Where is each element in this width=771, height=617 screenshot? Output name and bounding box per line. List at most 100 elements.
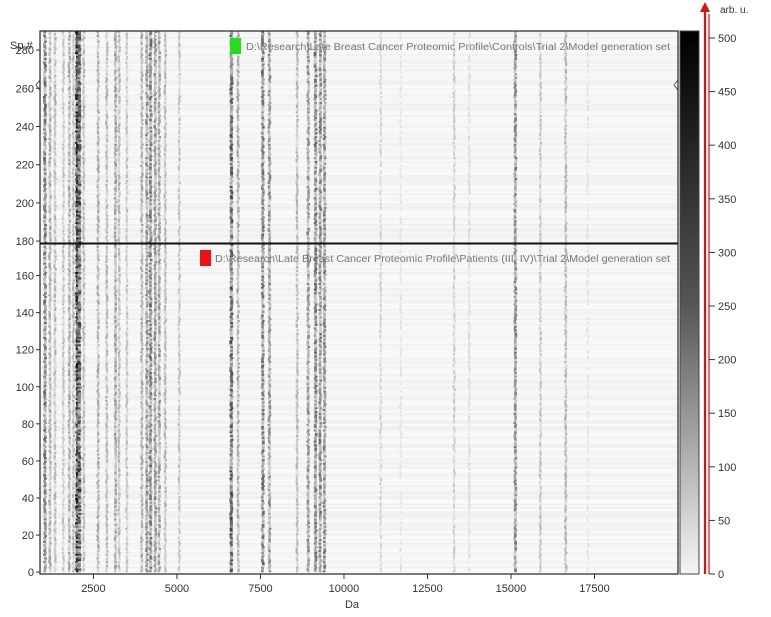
spectrum-row: [40, 223, 678, 226]
spectrum-row: [40, 427, 678, 430]
peak-cell: [145, 86, 149, 89]
peak-cell: [49, 197, 52, 200]
peak-cell: [105, 136, 108, 139]
peak-cell: [306, 220, 310, 223]
peak-cell: [157, 233, 161, 236]
peak-cell: [145, 200, 148, 204]
spectrum-row: [40, 32, 678, 35]
peak-cell: [565, 109, 568, 112]
peak-cell: [72, 170, 75, 173]
peak-cell: [154, 197, 157, 200]
peak-cell: [53, 136, 57, 139]
peak-cell: [53, 529, 56, 532]
peak-cell: [145, 105, 148, 108]
peak-cell: [54, 99, 57, 102]
peak-cell: [399, 164, 402, 167]
peak-cell: [67, 179, 71, 183]
peak-cell: [43, 168, 47, 171]
peak-cell: [149, 210, 152, 213]
peak-cell: [468, 176, 471, 179]
spectrum-row: [40, 281, 678, 283]
peak-cell: [587, 160, 590, 163]
peak-cell: [158, 179, 161, 183]
peak-cell: [268, 225, 272, 228]
peak-cell: [82, 126, 85, 129]
spectrum-row: [40, 137, 678, 140]
spectrum-row: [40, 507, 678, 510]
peak-cell: [149, 199, 153, 202]
peak-cell: [105, 197, 108, 200]
peak-cell: [125, 166, 129, 169]
peak-cell: [261, 53, 265, 57]
spectrum-row: [40, 294, 678, 296]
peak-cell: [43, 509, 47, 512]
peak-cell: [154, 189, 157, 192]
peak-cell: [319, 92, 322, 95]
peak-cell: [236, 126, 239, 129]
peak-cell: [154, 116, 158, 120]
peak-cell: [399, 69, 402, 72]
peak-cell: [105, 237, 108, 240]
peak-cell: [145, 82, 148, 85]
peak-cell: [538, 227, 541, 230]
peak-cell: [452, 237, 456, 240]
peak-cell: [53, 299, 57, 302]
peak-cell: [164, 200, 167, 204]
peak-cell: [114, 82, 118, 85]
peak-cell: [514, 141, 518, 144]
peak-cell: [97, 57, 100, 60]
controls-panel-title: D:\Research\Late Breast Cancer Proteomic…: [246, 42, 670, 53]
peak-cell: [114, 95, 118, 99]
peak-cell: [105, 137, 109, 141]
peak-cell: [44, 355, 47, 358]
peak-cell: [53, 416, 56, 419]
peak-cell: [267, 130, 271, 133]
peak-cell: [513, 147, 517, 150]
peak-cell: [260, 141, 264, 144]
peak-cell: [399, 88, 402, 91]
peak-cell: [267, 55, 271, 58]
peak-cell: [97, 67, 100, 70]
peak-cell: [77, 195, 81, 198]
peak-cell: [468, 237, 470, 240]
peak-cell: [452, 204, 455, 207]
peak-cell: [564, 128, 567, 131]
peak-cell: [71, 160, 75, 163]
peak-cell: [314, 122, 318, 125]
peak-cell: [105, 172, 108, 175]
peak-cell: [230, 71, 234, 74]
peak-cell: [319, 136, 323, 139]
peak-cell: [82, 145, 86, 148]
peak-cell: [586, 210, 589, 213]
peak-cell: [306, 80, 310, 83]
peak-cell: [153, 103, 157, 106]
peak-cell: [77, 95, 82, 99]
peak-cell: [468, 235, 470, 238]
peak-cell: [43, 199, 47, 202]
peak-cell: [49, 401, 52, 404]
peak-cell: [97, 174, 100, 177]
peak-cell: [54, 132, 57, 135]
peak-cell: [306, 181, 310, 184]
peak-cell: [43, 34, 46, 37]
peak-cell: [158, 63, 161, 66]
peak-cell: [230, 233, 234, 236]
peak-cell: [126, 179, 129, 183]
peak-cell: [307, 61, 310, 64]
peak-cell: [319, 101, 323, 104]
peak-cell: [43, 294, 46, 297]
peak-cell: [82, 181, 86, 184]
peak-cell: [53, 446, 57, 449]
peak-cell: [125, 206, 128, 209]
peak-cell: [158, 178, 161, 181]
peak-cell: [72, 71, 76, 74]
peak-cell: [48, 429, 51, 432]
peak-cell: [323, 200, 327, 204]
spectrum-row: [40, 357, 678, 359]
peak-cell: [307, 38, 310, 41]
spectrum-row: [40, 225, 678, 228]
peak-cell: [48, 459, 51, 462]
peak-cell: [72, 137, 75, 141]
peak-cell: [49, 358, 52, 361]
peak-cell: [267, 143, 271, 146]
